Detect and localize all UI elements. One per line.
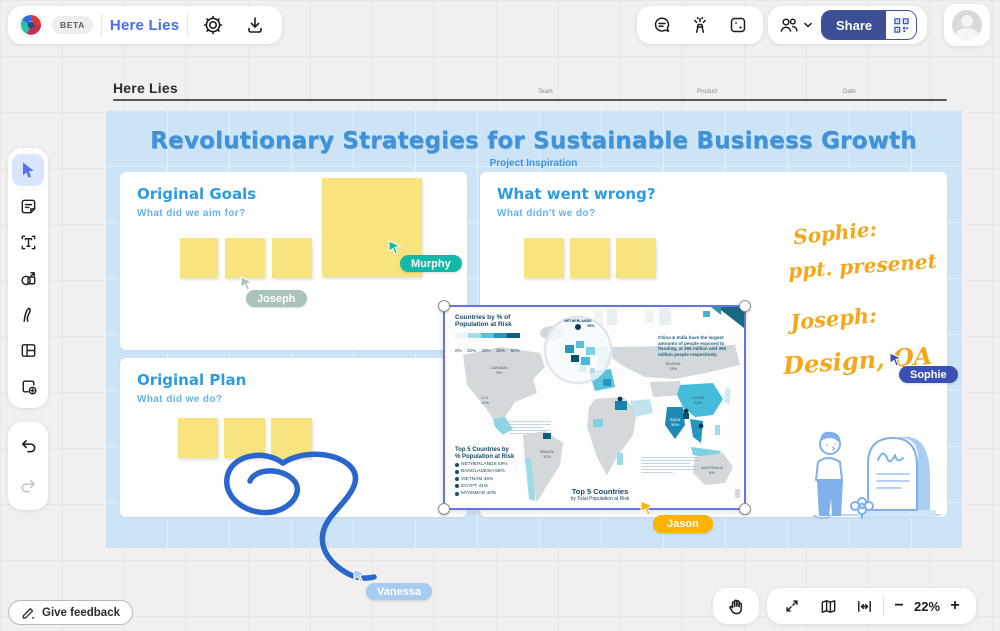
divider (101, 14, 102, 36)
svg-text:36%: 36% (671, 422, 679, 427)
pencil-icon (21, 605, 36, 620)
topbar-left: BETA Here Lies (8, 6, 282, 44)
frame-header-rule (113, 99, 947, 101)
give-feedback-button[interactable]: Give feedback (8, 600, 133, 625)
panel-subtitle: What did we do? (137, 394, 222, 405)
avatar-placeholder-icon (952, 10, 982, 40)
settings-gear-icon[interactable] (196, 8, 230, 42)
sticky-note[interactable] (271, 418, 312, 458)
magic-wand-icon[interactable] (683, 8, 717, 42)
legend-color-scale (455, 333, 525, 338)
panel-title: Original Goals (137, 185, 256, 203)
svg-text:23%: 23% (694, 400, 702, 405)
sticky-note[interactable] (224, 418, 265, 458)
fit-width-icon[interactable] (847, 589, 881, 623)
frame-field-date: Date (843, 89, 856, 95)
mourner-figure (814, 432, 843, 519)
divider (187, 14, 188, 36)
app-logo (18, 12, 44, 38)
svg-text:8%: 8% (709, 470, 715, 475)
panel-title: What went wrong? (497, 185, 656, 203)
cursor-sophie: Sophie (889, 352, 958, 383)
sticky-note[interactable] (616, 238, 656, 278)
qr-code-icon[interactable] (886, 11, 916, 39)
divider (883, 595, 884, 617)
share-control: Share (821, 10, 917, 40)
topbar-share: Share (768, 6, 927, 44)
insert-frame-icon[interactable] (721, 8, 755, 42)
svg-text:13%: 13% (669, 366, 677, 371)
sticky-note[interactable] (524, 238, 564, 278)
map-fineprint (509, 419, 551, 434)
board-title[interactable]: Revolutionary Strategies for Sustainable… (105, 128, 962, 154)
cursor-murphy: Murphy (388, 240, 462, 272)
frame-field-product: Product (697, 89, 718, 95)
svg-text:9%: 9% (496, 370, 502, 375)
hand-icon (726, 596, 746, 616)
zoom-level[interactable]: 22% (914, 599, 940, 614)
hand-tool-button[interactable] (713, 588, 759, 624)
cursor-joseph: Joseph (240, 276, 307, 307)
beta-badge: BETA (52, 16, 93, 34)
redo-icon[interactable] (12, 470, 44, 502)
sticky-note[interactable] (180, 238, 218, 278)
undo-icon[interactable] (12, 430, 44, 462)
user-avatar[interactable] (944, 4, 990, 46)
tool-text[interactable] (12, 226, 44, 258)
minimap-icon[interactable] (811, 589, 845, 623)
history-controls (8, 422, 48, 510)
download-icon[interactable] (238, 8, 272, 42)
panel-subtitle: What did we aim for? (137, 208, 246, 219)
tool-pen[interactable] (12, 298, 44, 330)
sticky-note[interactable] (272, 238, 312, 278)
cursor-vanessa: Vanessa (353, 568, 432, 600)
svg-text:59%: 59% (587, 324, 595, 328)
svg-text:12%: 12% (543, 454, 551, 459)
board-subtitle[interactable]: Project Inspiration (105, 158, 962, 169)
selection-handle-nw[interactable] (438, 300, 450, 312)
whiteboard-app: Here Lies Team Product Date Revolutionar… (0, 0, 1000, 631)
svg-text:13%: 13% (481, 400, 489, 405)
tool-sections[interactable] (12, 334, 44, 366)
map-legend: Countries by % of Population at Risk 0%1… (455, 314, 525, 358)
topbar-tools (637, 6, 763, 44)
country-label: NETHERLANDS (564, 319, 592, 323)
collaborators-button[interactable] (778, 8, 813, 42)
selection-handle-sw[interactable] (438, 503, 450, 515)
fullscreen-icon[interactable] (775, 589, 809, 623)
zoom-in-button[interactable]: + (942, 597, 968, 615)
zoom-out-button[interactable]: − (886, 597, 912, 615)
view-controls: − 22% + (767, 588, 976, 624)
tool-sticky-note[interactable] (12, 190, 44, 222)
comments-icon[interactable] (645, 8, 679, 42)
chevron-down-icon (803, 20, 813, 30)
frame-field-team: Team (538, 89, 553, 95)
tool-import-media[interactable] (12, 370, 44, 402)
users-icon (778, 15, 800, 35)
selection-handle-se[interactable] (739, 503, 751, 515)
map-annotation: China & India have the largest amounts o… (658, 335, 736, 358)
map-fineprint (641, 455, 699, 473)
share-button[interactable]: Share (822, 11, 886, 39)
cursor-jason: Jason (640, 500, 713, 533)
tool-shapes[interactable] (12, 262, 44, 294)
panel-subtitle: What didn't we do? (497, 208, 595, 219)
frame-title: Here Lies (113, 80, 178, 96)
selection-handle-ne[interactable] (739, 300, 751, 312)
sticky-note[interactable] (570, 238, 610, 278)
tool-palette (8, 148, 48, 408)
sticky-note[interactable] (225, 238, 265, 278)
panel-title: Original Plan (137, 371, 246, 389)
document-title[interactable]: Here Lies (110, 17, 179, 34)
tombstone-illustration[interactable] (800, 418, 960, 523)
world-map-image[interactable]: CANADA 9% U.S. 13% BRAZIL 12% RUSSIA 13%… (443, 305, 746, 510)
map-top5-percent: Top 5 Countries by % Population at Risk … (455, 447, 514, 496)
sticky-note[interactable] (178, 418, 218, 458)
map-top5-total: Top 5 Countries by Total Population at R… (545, 488, 655, 502)
tool-select[interactable] (12, 154, 44, 186)
